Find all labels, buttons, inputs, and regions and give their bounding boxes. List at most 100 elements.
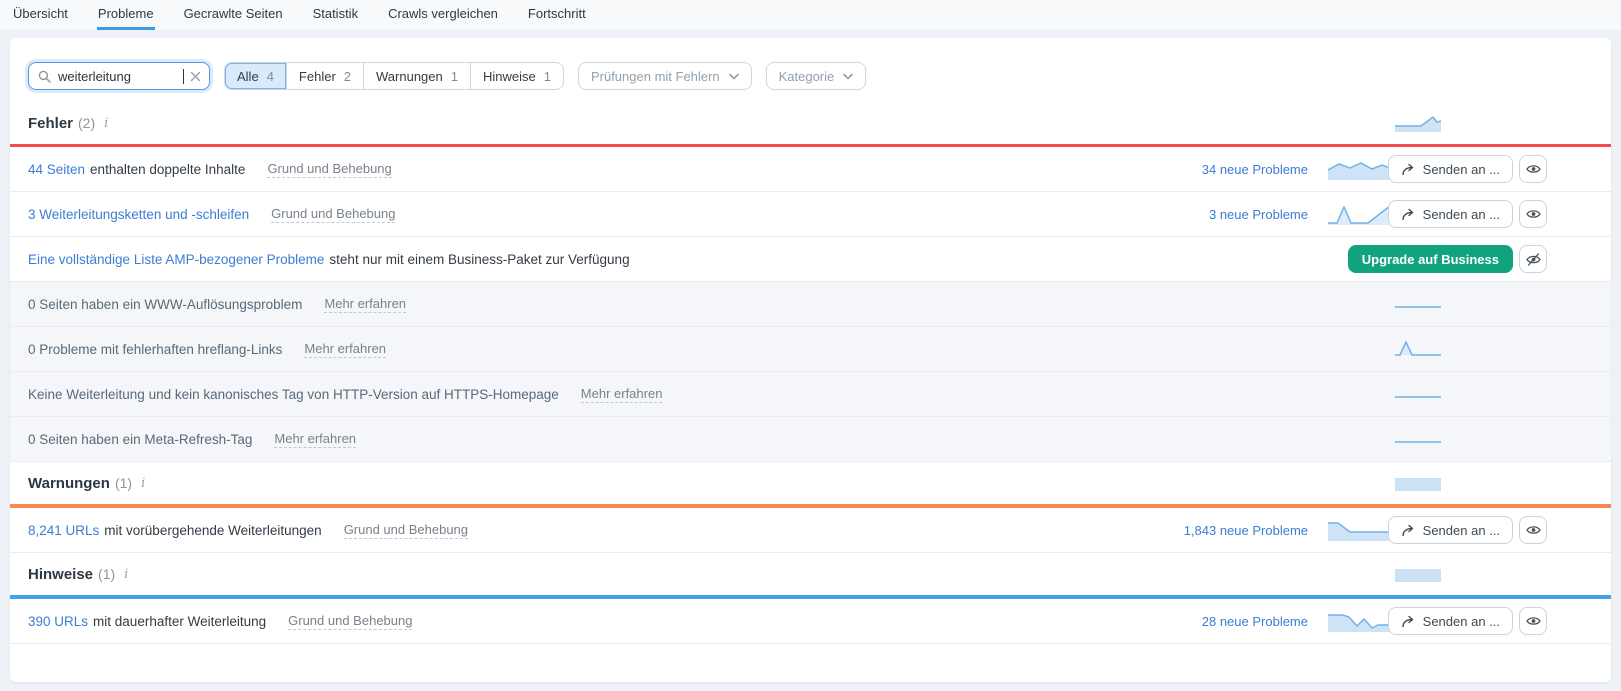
new-problems-link[interactable]: 3 neue Probleme bbox=[1209, 207, 1308, 222]
issue-row-permanent-redirects: 390 URLs mit dauerhafter Weiterleitung G… bbox=[10, 599, 1611, 644]
section-title: Warnungen bbox=[28, 474, 110, 492]
learn-more-link[interactable]: Mehr erfahren bbox=[274, 431, 357, 448]
why-fix-link[interactable]: Grund und Behebung bbox=[288, 613, 413, 630]
why-fix-link[interactable]: Grund und Behebung bbox=[267, 161, 392, 178]
trend-sparkline bbox=[1395, 431, 1441, 447]
segment-warnungen[interactable]: Warnungen 1 bbox=[363, 63, 470, 89]
dropdown-label: Prüfungen mit Fehlern bbox=[590, 68, 720, 84]
learn-more-link[interactable]: Mehr erfahren bbox=[580, 386, 663, 403]
info-icon[interactable]: i bbox=[141, 476, 145, 491]
why-fix-link[interactable]: Grund und Behebung bbox=[271, 206, 396, 223]
issue-row-amp-upgrade: Eine vollständige Liste AMP-bezogener Pr… bbox=[10, 237, 1611, 282]
issue-row-duplicate-content: 44 Seiten enthalten doppelte Inhalte Gru… bbox=[10, 147, 1611, 192]
send-to-button[interactable]: Senden an ... bbox=[1387, 516, 1513, 544]
search-icon bbox=[38, 70, 51, 83]
upgrade-business-button[interactable]: Upgrade auf Business bbox=[1347, 245, 1513, 273]
issue-text: steht nur mit einem Business-Paket zur V… bbox=[329, 251, 630, 267]
send-to-label: Senden an ... bbox=[1422, 161, 1500, 177]
chevron-down-icon bbox=[728, 73, 739, 80]
send-to-button[interactable]: Senden an ... bbox=[1387, 200, 1513, 228]
tab-gecrawlte-seiten[interactable]: Gecrawlte Seiten bbox=[183, 0, 284, 30]
issue-text: 0 Seiten haben ein Meta-Refresh-Tag bbox=[28, 431, 253, 447]
category-dropdown[interactable]: Kategorie bbox=[765, 62, 867, 90]
top-nav: Übersicht Probleme Gecrawlte Seiten Stat… bbox=[0, 0, 1621, 30]
forward-arrow-icon bbox=[1401, 524, 1415, 537]
trend-sparkline bbox=[1395, 296, 1441, 312]
forward-arrow-icon bbox=[1401, 615, 1415, 628]
section-title: Fehler bbox=[28, 114, 74, 132]
issues-panel: weiterleitung Alle 4 Fehler 2 Warnungen … bbox=[10, 38, 1611, 682]
new-problems-link[interactable]: 34 neue Probleme bbox=[1202, 162, 1308, 177]
issue-link[interactable]: 390 URLs bbox=[28, 614, 88, 629]
learn-more-link[interactable]: Mehr erfahren bbox=[304, 341, 387, 358]
hide-issue-eye-button[interactable] bbox=[1519, 516, 1547, 544]
new-problems-link[interactable]: 1,843 neue Probleme bbox=[1184, 523, 1308, 538]
hide-issue-eye-button[interactable] bbox=[1519, 607, 1547, 635]
tab-crawls-vergleichen[interactable]: Crawls vergleichen bbox=[387, 0, 499, 30]
issue-row-hreflang: 0 Probleme mit fehlerhaften hreflang-Lin… bbox=[10, 327, 1611, 372]
info-icon[interactable]: i bbox=[124, 567, 128, 582]
checks-with-errors-dropdown[interactable]: Prüfungen mit Fehlern bbox=[577, 62, 752, 90]
text-caret bbox=[183, 68, 184, 84]
trend-sparkline bbox=[1395, 475, 1441, 491]
send-to-label: Senden an ... bbox=[1422, 613, 1500, 629]
segment-count: 1 bbox=[543, 68, 551, 84]
search-input[interactable]: weiterleitung bbox=[28, 62, 210, 90]
filter-toolbar: weiterleitung Alle 4 Fehler 2 Warnungen … bbox=[10, 38, 1611, 102]
issue-text: mit vorübergehende Weiterleitungen bbox=[104, 522, 322, 538]
trend-sparkline bbox=[1395, 340, 1441, 358]
segment-count: 4 bbox=[266, 68, 274, 84]
issue-link[interactable]: 3 Weiterleitungsketten und -schleifen bbox=[28, 207, 249, 222]
issue-link[interactable]: 8,241 URLs bbox=[28, 523, 99, 538]
segment-hinweise[interactable]: Hinweise 1 bbox=[469, 63, 563, 89]
trend-sparkline bbox=[1395, 566, 1441, 582]
trend-sparkline bbox=[1327, 158, 1391, 180]
segment-alle[interactable]: Alle 4 bbox=[225, 63, 286, 89]
section-title: Hinweise bbox=[28, 565, 94, 583]
hidden-issue-eye-off-button[interactable] bbox=[1519, 245, 1547, 273]
issue-text: enthalten doppelte Inhalte bbox=[90, 161, 246, 177]
section-header-hinweise: Hinweise (1) i bbox=[10, 553, 1611, 595]
issue-text: Keine Weiterleitung und kein kanonisches… bbox=[28, 386, 559, 402]
issue-text: 0 Seiten haben ein WWW-Auflösungsproblem bbox=[28, 296, 303, 312]
tab-statistik[interactable]: Statistik bbox=[312, 0, 360, 30]
search-query-text: weiterleitung bbox=[58, 68, 131, 84]
segment-fehler[interactable]: Fehler 2 bbox=[285, 63, 363, 89]
tab-uebersicht[interactable]: Übersicht bbox=[12, 0, 69, 30]
hide-issue-eye-button[interactable] bbox=[1519, 155, 1547, 183]
segment-label: Hinweise bbox=[482, 68, 536, 84]
clear-search-icon[interactable] bbox=[190, 71, 201, 82]
segment-label: Alle bbox=[237, 68, 259, 84]
new-problems-link[interactable]: 28 neue Probleme bbox=[1202, 614, 1308, 629]
section-count: (1) bbox=[114, 475, 133, 491]
issue-row-redirect-chains: 3 Weiterleitungsketten und -schleifen Gr… bbox=[10, 192, 1611, 237]
learn-more-link[interactable]: Mehr erfahren bbox=[324, 296, 407, 313]
send-to-label: Senden an ... bbox=[1422, 522, 1500, 538]
hide-issue-eye-button[interactable] bbox=[1519, 200, 1547, 228]
section-count: (1) bbox=[98, 566, 116, 582]
segment-label: Warnungen bbox=[376, 68, 443, 84]
forward-arrow-icon bbox=[1401, 208, 1415, 221]
forward-arrow-icon bbox=[1401, 163, 1415, 176]
trend-sparkline bbox=[1395, 386, 1441, 402]
issue-row-meta-refresh: 0 Seiten haben ein Meta-Refresh-Tag Mehr… bbox=[10, 417, 1611, 462]
trend-sparkline bbox=[1395, 114, 1441, 132]
send-to-label: Senden an ... bbox=[1422, 206, 1500, 222]
amp-issues-link[interactable]: Eine vollständige Liste AMP-bezogener Pr… bbox=[28, 252, 324, 267]
tab-fortschritt[interactable]: Fortschritt bbox=[527, 0, 587, 30]
issue-text: mit dauerhafter Weiterleitung bbox=[93, 613, 267, 629]
issue-row-http-homepage: Keine Weiterleitung und kein kanonisches… bbox=[10, 372, 1611, 417]
issue-link[interactable]: 44 Seiten bbox=[28, 162, 85, 177]
info-icon[interactable]: i bbox=[104, 116, 108, 131]
why-fix-link[interactable]: Grund und Behebung bbox=[343, 522, 469, 539]
issue-text: 0 Probleme mit fehlerhaften hreflang-Lin… bbox=[28, 341, 283, 357]
send-to-button[interactable]: Senden an ... bbox=[1387, 155, 1513, 183]
send-to-button[interactable]: Senden an ... bbox=[1387, 607, 1513, 635]
segment-count: 1 bbox=[450, 68, 458, 84]
segment-label: Fehler bbox=[298, 68, 336, 84]
trend-sparkline bbox=[1328, 519, 1390, 541]
section-header-fehler: Fehler (2) i bbox=[10, 102, 1611, 144]
dropdown-label: Kategorie bbox=[778, 68, 835, 84]
tab-probleme[interactable]: Probleme bbox=[96, 0, 155, 30]
section-header-warnungen: Warnungen (1) i bbox=[10, 462, 1611, 504]
